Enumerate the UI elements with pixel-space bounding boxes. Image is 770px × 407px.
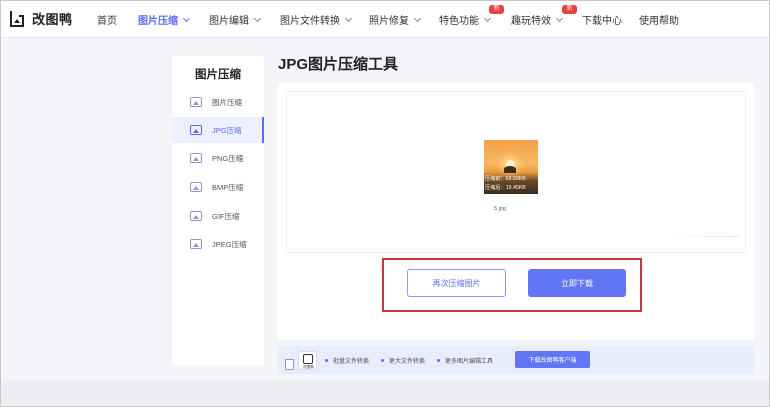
app-name: 改图鸭 [32,12,73,27]
nav-home-label: 首页 [97,16,117,27]
sidebar: 图片压缩 图片压缩 JPG压缩 PNG压缩 BMP压缩 GIF压缩 JPEG压缩 [172,56,264,366]
chevron-down-icon [483,14,492,22]
divider [659,236,739,237]
nav-download-center-label: 下载中心 [582,16,622,27]
image-icon [190,125,202,135]
footer-strip [1,381,769,406]
recompress-button[interactable]: 再次压缩图片 [407,269,506,297]
page-title: JPG图片压缩工具 [278,56,399,73]
feature-item: 更多图片编辑工具 [437,356,493,365]
image-thumbnail[interactable]: 压缩前：63.09KB 压缩后：19.45KB [484,140,538,194]
top-nav: 改图鸭 首页 图片压缩 图片编辑 图片文件转换 照片修复 特色功能 新 趣玩特效… [1,1,769,38]
nav-fun-effects[interactable]: 趣玩特效 [511,12,564,27]
nav-fun-effects-label: 趣玩特效 [511,16,551,27]
download-client-button[interactable]: 下载改图鸭客户端 [515,351,590,368]
app-icon: 改图鸭 [298,351,317,370]
nav-file-convert[interactable]: 图片文件转换 [280,12,353,27]
size-before: 压缩前：63.09KB [485,175,526,182]
image-icon [190,97,202,107]
sidebar-item-label: PNG压缩 [212,153,244,163]
download-now-button[interactable]: 立即下载 [528,269,626,297]
sidebar-item-gif-compress[interactable]: GIF压缩 [172,203,264,229]
bullet-icon [437,359,440,362]
nav-image-compress[interactable]: 图片压缩 [138,12,191,27]
sidebar-item-image-compress[interactable]: 图片压缩 [172,89,264,115]
phone-icon [285,359,294,370]
file-name: 5.jpg [494,206,506,212]
image-icon [190,153,202,163]
result-area: 压缩前：63.09KB 压缩后：19.45KB 5.jpg [286,91,746,253]
image-icon [190,211,202,221]
sidebar-item-label: JPEG压缩 [212,239,247,249]
chevron-down-icon [182,14,191,22]
logo-icon [303,354,313,364]
chevron-down-icon [555,14,564,22]
image-icon [190,239,202,249]
nav-file-convert-label: 图片文件转换 [280,16,340,27]
sidebar-item-label: GIF压缩 [212,211,240,221]
feature-label: 更多图片编辑工具 [445,359,494,365]
feature-item: 批量文件转换 [325,356,369,365]
size-after-value: 19.45KB [505,185,526,191]
nav-help-label: 使用帮助 [639,16,679,27]
nav-download-center[interactable]: 下载中心 [582,12,622,27]
sidebar-item-jpg-compress[interactable]: JPG压缩 [172,117,264,143]
sidebar-item-label: 图片压缩 [212,97,242,107]
feature-label: 批量文件转换 [333,359,370,365]
sidebar-item-label: BMP压缩 [212,182,244,192]
size-after: 压缩后：19.45KB [485,184,526,191]
nav-photo-repair-label: 照片修复 [369,16,409,27]
app-icon-label: 改图鸭 [303,365,314,369]
nav-image-edit-label: 图片编辑 [209,16,249,27]
sidebar-item-label: JPG压缩 [212,125,242,135]
size-before-label: 压缩前： [485,176,506,182]
tree-shape [504,166,516,173]
bullet-icon [381,359,384,362]
image-icon [190,182,202,192]
chevron-down-icon [253,14,262,22]
logo-icon [10,10,24,27]
sidebar-item-bmp-compress[interactable]: BMP压缩 [172,174,264,200]
size-before-value: 63.09KB [505,176,526,182]
chevron-down-icon [344,14,353,22]
nav-photo-repair[interactable]: 照片修复 [369,12,422,27]
feature-label: 更大文件转换 [389,359,426,365]
nav-special-features-label: 特色功能 [439,16,479,27]
size-after-label: 压缩后： [485,185,506,191]
logo[interactable]: 改图鸭 [9,9,73,28]
nav-home[interactable]: 首页 [97,12,117,27]
client-promo-bar: 改图鸭 批量文件转换 更大文件转换 更多图片编辑工具 下载改图鸭客户端 [278,346,754,374]
sidebar-title: 图片压缩 [195,69,241,81]
sidebar-item-jpeg-compress[interactable]: JPEG压缩 [172,231,264,257]
chevron-down-icon [413,14,422,22]
nav-help[interactable]: 使用帮助 [639,12,679,27]
bullet-icon [325,359,328,362]
new-badge: 新 [562,5,577,14]
new-badge: 新 [489,5,504,14]
nav-image-edit[interactable]: 图片编辑 [209,12,262,27]
sidebar-item-png-compress[interactable]: PNG压缩 [172,145,264,171]
feature-item: 更大文件转换 [381,356,425,365]
nav-image-compress-label: 图片压缩 [138,16,178,27]
nav-special-features[interactable]: 特色功能 [439,12,492,27]
